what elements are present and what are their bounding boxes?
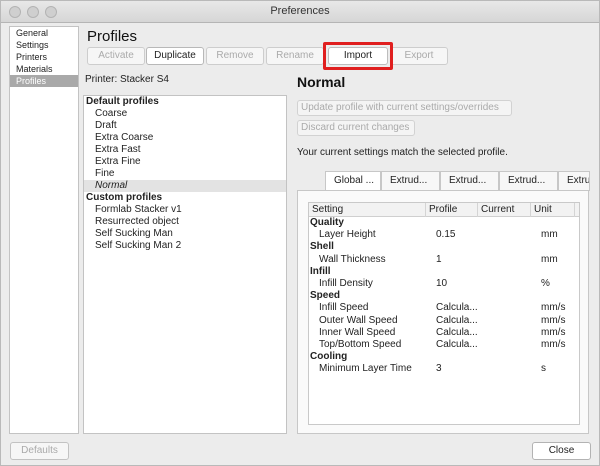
table-row[interactable]: Wall Thickness 1 mm	[309, 254, 579, 266]
setting-name: Infill Speed	[319, 302, 369, 314]
import-button[interactable]: Import	[328, 47, 388, 65]
table-row[interactable]: Minimum Layer Time 3 s	[309, 363, 579, 375]
preferences-sidebar: General Settings Printers Materials Prof…	[9, 26, 79, 434]
profile-value: 10	[436, 277, 448, 289]
profile-detail-title: Normal	[297, 74, 346, 90]
profile-value: Calcula...	[436, 302, 478, 314]
sidebar-item-settings[interactable]: Settings	[10, 39, 78, 51]
list-item-selected[interactable]: Normal	[84, 180, 286, 192]
table-row[interactable]: Infill Speed Calcula... mm/s	[309, 302, 579, 314]
discard-changes-button[interactable]: Discard current changes	[297, 120, 415, 136]
title-bar[interactable]: Preferences	[1, 1, 599, 23]
unit-label: mm/s	[541, 314, 566, 326]
profile-value: Calcula...	[436, 326, 478, 338]
unit-label: mm/s	[541, 326, 566, 338]
profile-value: Calcula...	[436, 338, 478, 350]
setting-name: Inner Wall Speed	[319, 326, 396, 338]
table-row[interactable]: Infill Density 10%	[309, 278, 579, 290]
table-row[interactable]: Layer Height 0.15 mm	[309, 229, 579, 241]
table-category-row: Infill	[309, 266, 579, 278]
list-item[interactable]: Extra Fast	[84, 144, 286, 156]
list-item[interactable]: Coarse	[84, 108, 286, 120]
profile-value: Calcula...	[436, 314, 478, 326]
profile-list: Default profiles Coarse Draft Extra Coar…	[83, 95, 287, 434]
duplicate-button[interactable]: Duplicate	[146, 47, 204, 65]
list-item[interactable]: Extra Fine	[84, 156, 286, 168]
tab-global[interactable]: Global ...	[325, 171, 381, 191]
unit-label: mm	[541, 253, 558, 265]
settings-table: Setting Profile Current Unit Quality Laye…	[308, 202, 580, 425]
unit-label: %	[541, 277, 550, 289]
tab-panel: Setting Profile Current Unit Quality Laye…	[297, 190, 589, 434]
default-profiles-header: Default profiles	[86, 96, 159, 107]
rename-button[interactable]: Rename	[266, 47, 324, 65]
unit-label: mm/s	[541, 302, 566, 314]
list-item[interactable]: Fine	[84, 168, 286, 180]
activate-button[interactable]: Activate	[87, 47, 145, 65]
close-button[interactable]: Close	[532, 442, 591, 460]
table-row[interactable]: Top/Bottom Speed Calcula... mm/s	[309, 339, 579, 351]
window-title: Preferences	[270, 5, 330, 17]
list-item[interactable]: Resurrected object	[84, 216, 286, 228]
category-label: Quality	[310, 217, 344, 228]
table-category-row: Speed	[309, 290, 579, 302]
tab-extruder-2[interactable]: Extrud...	[440, 171, 499, 191]
column-header-current[interactable]: Current	[478, 203, 531, 217]
category-label: Infill	[310, 265, 331, 277]
table-category-row: Shell	[309, 241, 579, 253]
sidebar-item-profiles[interactable]: Profiles	[10, 75, 78, 87]
table-row[interactable]: Outer Wall Speed Calcula... mm/s	[309, 315, 579, 327]
list-item[interactable]: Extra Coarse	[84, 132, 286, 144]
setting-name: Layer Height	[319, 229, 376, 241]
printer-label: Printer: Stacker S4	[85, 74, 169, 85]
setting-name: Infill Density	[319, 277, 373, 289]
list-item[interactable]: Draft	[84, 120, 286, 132]
setting-name: Top/Bottom Speed	[319, 338, 402, 350]
remove-button[interactable]: Remove	[206, 47, 264, 65]
table-category-row: Quality	[309, 217, 579, 229]
unit-label: mm	[541, 229, 558, 241]
setting-name: Minimum Layer Time	[319, 363, 412, 375]
table-category-row: Cooling	[309, 351, 579, 363]
list-item[interactable]: Self Sucking Man 2	[84, 240, 286, 252]
unit-label: s	[541, 363, 546, 375]
defaults-button[interactable]: Defaults	[10, 442, 69, 460]
tab-extruder-4[interactable]: Extrud...	[558, 171, 590, 191]
profile-value: 3	[436, 363, 442, 375]
update-profile-button[interactable]: Update profile with current settings/ove…	[297, 100, 512, 116]
column-header-unit[interactable]: Unit	[531, 203, 575, 217]
table-header: Setting Profile Current Unit	[309, 203, 579, 217]
table-row[interactable]: Inner Wall Speed Calcula... mm/s	[309, 327, 579, 339]
setting-name: Wall Thickness	[319, 253, 386, 265]
sidebar-item-printers[interactable]: Printers	[10, 51, 78, 63]
profile-value: 1	[436, 253, 442, 265]
status-text: Your current settings match the selected…	[297, 147, 508, 158]
column-header-profile[interactable]: Profile	[426, 203, 478, 217]
setting-name: Outer Wall Speed	[319, 314, 398, 326]
list-item[interactable]: Formlab Stacker v1	[84, 204, 286, 216]
custom-profiles-header: Custom profiles	[86, 192, 163, 203]
category-label: Speed	[310, 290, 341, 302]
unit-label: mm/s	[541, 338, 566, 350]
preferences-window: Preferences General Settings Printers Ma…	[0, 0, 600, 466]
export-button[interactable]: Export	[390, 47, 448, 65]
list-item[interactable]: Self Sucking Man	[84, 228, 286, 240]
page-title: Profiles	[87, 28, 138, 45]
category-label: Cooling	[310, 351, 348, 363]
table-body: Quality Layer Height 0.15 mm Shell Wall Thick…	[309, 217, 579, 375]
tab-extruder-3[interactable]: Extrud...	[499, 171, 558, 191]
column-header-setting[interactable]: Setting	[309, 203, 426, 217]
profile-value: 0.15	[436, 229, 456, 241]
sidebar-item-materials[interactable]: Materials	[10, 63, 78, 75]
sidebar-item-general[interactable]: General	[10, 27, 78, 39]
category-label: Shell	[310, 241, 334, 253]
tab-extruder-1[interactable]: Extrud...	[381, 171, 440, 191]
